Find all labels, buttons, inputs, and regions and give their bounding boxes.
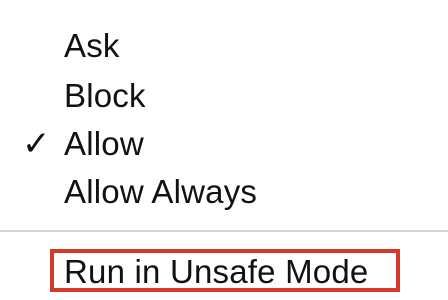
menu-item-ask[interactable]: Ask	[0, 22, 448, 68]
menu-item-label: Run in Unsafe Mode	[64, 253, 369, 290]
menu-item-label: Allow	[64, 125, 144, 162]
menu-item-allow[interactable]: ✓ Allow	[0, 120, 448, 166]
menu-item-block[interactable]: Block	[0, 72, 448, 118]
context-menu: Ask Block ✓ Allow Allow Always Run in Un…	[0, 0, 448, 300]
menu-item-label: Ask	[64, 27, 120, 64]
menu-item-run-in-unsafe-mode[interactable]: Run in Unsafe Mode	[0, 248, 448, 294]
menu-item-label: Allow Always	[64, 173, 258, 210]
menu-item-allow-always[interactable]: Allow Always	[0, 168, 448, 214]
menu-separator	[0, 230, 448, 232]
checkmark-icon: ✓	[22, 125, 51, 163]
menu-item-label: Block	[64, 77, 146, 114]
